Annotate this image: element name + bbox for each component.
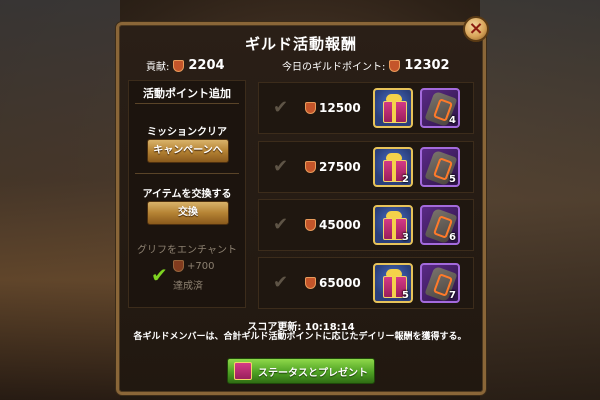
contribution-stat: 貢献: 2204 — [146, 58, 225, 73]
reward-tier-row: ✔ 27500 2 5 — [258, 141, 474, 193]
glyph-reward[interactable]: 6 — [420, 205, 460, 245]
gift-count: 5 — [402, 290, 409, 301]
background-right-scenery — [480, 0, 600, 400]
reward-description: 各ギルドメンバーは、合計ギルド活動ポイントに応じたデイリー報酬を獲得する。 — [133, 332, 467, 342]
close-icon: × — [468, 18, 484, 39]
checkmark-icon: ✔ — [273, 97, 289, 118]
close-button[interactable]: × — [463, 16, 489, 42]
exchange-button[interactable]: 交換 — [147, 201, 229, 225]
mission-label: ミッションクリア — [147, 127, 227, 138]
divider — [135, 103, 239, 104]
glyph-reward[interactable]: 5 — [420, 147, 460, 187]
gift-reward[interactable]: 2 — [373, 147, 413, 187]
gift-ribbon — [392, 155, 396, 181]
gift-count: 3 — [402, 232, 409, 243]
glyph-count: 7 — [449, 290, 456, 301]
glyph-reward[interactable]: 4 — [420, 88, 460, 128]
checkmark-icon: ✔ — [273, 156, 289, 177]
gift-reward[interactable]: 3 — [373, 205, 413, 245]
today-points-value: 12302 — [404, 58, 450, 73]
gift-reward[interactable] — [373, 88, 413, 128]
glyph-count: 4 — [449, 115, 456, 126]
campaign-button[interactable]: キャンペーンへ — [147, 139, 229, 163]
tier-points-value: 27500 — [319, 160, 361, 174]
gift-ribbon — [392, 271, 396, 297]
gift-ribbon — [392, 96, 396, 122]
tier-points-value: 65000 — [319, 276, 361, 290]
background-left-scenery — [0, 0, 120, 400]
today-points-label: 今日のギルドポイント: — [282, 62, 386, 73]
tier-points-value: 45000 — [319, 218, 361, 232]
gift-ribbon — [392, 213, 396, 239]
add-points-heading: 活動ポイント追加 — [143, 87, 231, 100]
contribution-label: 貢献: — [146, 62, 170, 73]
exchange-label: アイテムを交換する — [142, 189, 232, 200]
dialog-title: ギルド活動報酬 — [244, 35, 357, 53]
gift-reward[interactable]: 5 — [373, 263, 413, 303]
guild-point-shield-icon — [389, 59, 401, 72]
glyph-status: 達成済 — [173, 281, 203, 292]
guild-point-shield-icon — [305, 161, 316, 173]
reward-tier-row: ✔ 65000 5 7 — [258, 257, 474, 309]
checkmark-icon: ✔ — [273, 272, 289, 293]
glyph-points: +700 — [173, 260, 214, 272]
status-button-label: ステータスとプレゼント — [258, 367, 368, 379]
guild-point-shield-icon — [173, 260, 184, 272]
checkmark-icon: ✔ — [273, 214, 289, 235]
guild-point-shield-icon — [305, 277, 316, 289]
contribution-value: 2204 — [188, 58, 225, 73]
guild-point-shield-icon — [305, 219, 316, 231]
tier-points: 45000 — [305, 218, 361, 232]
status-and-present-button[interactable]: ステータスとプレゼント — [227, 358, 375, 384]
reward-tier-row: ✔ 45000 3 6 — [258, 199, 474, 251]
tier-points-value: 12500 — [319, 101, 361, 115]
today-guild-points-stat: 今日のギルドポイント: 12302 — [282, 58, 450, 73]
tier-points: 12500 — [305, 101, 361, 115]
tier-points: 65000 — [305, 276, 361, 290]
glyph-count: 5 — [449, 174, 456, 185]
glyph-enchant-label: グリフをエンチャント — [137, 245, 237, 256]
checkmark-icon: ✔ — [151, 263, 168, 287]
add-activity-points-panel: 活動ポイント追加 ミッションクリア キャンペーンへ アイテムを交換する 交換 グ… — [128, 80, 246, 308]
guild-point-shield-icon — [305, 102, 316, 114]
glyph-points-value: +700 — [187, 260, 215, 272]
glyph-reward[interactable]: 7 — [420, 263, 460, 303]
reward-tier-row: ✔ 12500 4 — [258, 82, 474, 134]
tier-points: 27500 — [305, 160, 361, 174]
divider — [135, 173, 239, 174]
gift-count: 2 — [402, 174, 409, 185]
gift-box-icon — [234, 362, 252, 380]
guild-point-shield-icon — [173, 59, 185, 72]
glyph-count: 6 — [449, 232, 456, 243]
